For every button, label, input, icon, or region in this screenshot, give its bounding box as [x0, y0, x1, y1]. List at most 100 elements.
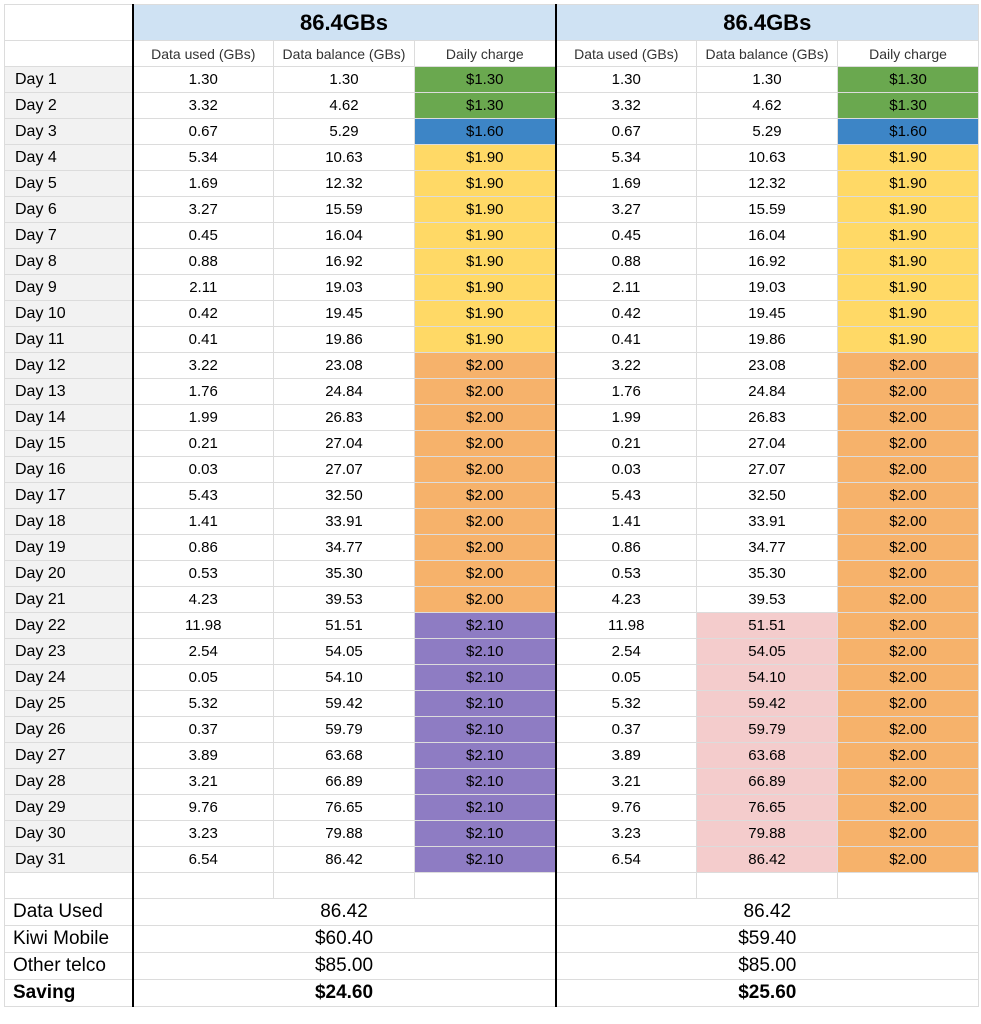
cell-left-charge: $2.00: [415, 587, 556, 613]
cell-right-charge: $1.60: [838, 119, 979, 145]
table-row: Day 316.5486.42$2.106.5486.42$2.00: [5, 847, 979, 873]
cell-right-charge: $1.90: [838, 301, 979, 327]
cell-left-used: 3.21: [133, 769, 274, 795]
cell-right-balance: 32.50: [697, 483, 838, 509]
day-label: Day 17: [5, 483, 133, 509]
cell-left-charge: $2.00: [415, 431, 556, 457]
cell-right-balance: 12.32: [697, 171, 838, 197]
cell-right-used: 3.23: [556, 821, 697, 847]
cell-right-used: 5.43: [556, 483, 697, 509]
day-label: Day 12: [5, 353, 133, 379]
spacer-cell: [415, 873, 556, 899]
summary-value-right: $25.60: [556, 980, 979, 1007]
cell-left-charge: $1.90: [415, 223, 556, 249]
cell-right-balance: 86.42: [697, 847, 838, 873]
cell-right-charge: $2.00: [838, 821, 979, 847]
table-row: Day 273.8963.68$2.103.8963.68$2.00: [5, 743, 979, 769]
summary-value-left: 86.42: [133, 899, 556, 926]
day-label: Day 19: [5, 535, 133, 561]
cell-left-balance: 34.77: [274, 535, 415, 561]
cell-right-charge: $2.00: [838, 561, 979, 587]
cell-left-used: 0.03: [133, 457, 274, 483]
cell-left-balance: 66.89: [274, 769, 415, 795]
cell-left-balance: 33.91: [274, 509, 415, 535]
header-row-main: 86.4GBs 86.4GBs: [5, 5, 979, 41]
cell-left-balance: 59.42: [274, 691, 415, 717]
cell-left-balance: 12.32: [274, 171, 415, 197]
cell-left-used: 1.99: [133, 405, 274, 431]
cell-left-charge: $2.00: [415, 379, 556, 405]
cell-right-balance: 27.07: [697, 457, 838, 483]
cell-left-charge: $2.00: [415, 561, 556, 587]
cell-right-used: 3.22: [556, 353, 697, 379]
table-row: Day 190.8634.77$2.000.8634.77$2.00: [5, 535, 979, 561]
cell-left-used: 2.11: [133, 275, 274, 301]
cell-right-used: 2.54: [556, 639, 697, 665]
cell-left-used: 0.37: [133, 717, 274, 743]
summary-body: Data Used86.4286.42Kiwi Mobile$60.40$59.…: [5, 873, 979, 1007]
cell-left-used: 5.43: [133, 483, 274, 509]
subhead-right-used: Data used (GBs): [556, 41, 697, 67]
cell-right-charge: $1.90: [838, 249, 979, 275]
cell-left-used: 1.30: [133, 67, 274, 93]
cell-left-charge: $1.30: [415, 93, 556, 119]
cell-right-balance: 23.08: [697, 353, 838, 379]
cell-left-balance: 51.51: [274, 613, 415, 639]
cell-left-charge: $2.10: [415, 795, 556, 821]
cell-left-used: 0.88: [133, 249, 274, 275]
cell-left-balance: 10.63: [274, 145, 415, 171]
cell-right-charge: $1.90: [838, 275, 979, 301]
table-body: Day 11.301.30$1.301.301.30$1.30Day 23.32…: [5, 67, 979, 873]
cell-right-charge: $1.90: [838, 223, 979, 249]
cell-right-charge: $2.00: [838, 847, 979, 873]
cell-right-charge: $2.00: [838, 665, 979, 691]
cell-left-charge: $2.10: [415, 717, 556, 743]
subhead-left-bal: Data balance (GBs): [274, 41, 415, 67]
cell-right-used: 3.32: [556, 93, 697, 119]
cell-left-charge: $1.90: [415, 145, 556, 171]
cell-left-balance: 15.59: [274, 197, 415, 223]
cell-left-balance: 26.83: [274, 405, 415, 431]
cell-right-charge: $2.00: [838, 431, 979, 457]
cell-left-used: 5.34: [133, 145, 274, 171]
cell-left-balance: 39.53: [274, 587, 415, 613]
cell-right-used: 9.76: [556, 795, 697, 821]
cell-right-charge: $2.00: [838, 691, 979, 717]
cell-left-balance: 27.04: [274, 431, 415, 457]
day-label: Day 20: [5, 561, 133, 587]
cell-right-used: 1.99: [556, 405, 697, 431]
summary-row: Saving$24.60$25.60: [5, 980, 979, 1007]
cell-left-charge: $1.90: [415, 327, 556, 353]
cell-left-used: 6.54: [133, 847, 274, 873]
day-label: Day 3: [5, 119, 133, 145]
day-label: Day 1: [5, 67, 133, 93]
cell-right-used: 0.86: [556, 535, 697, 561]
day-label: Day 13: [5, 379, 133, 405]
cell-right-used: 5.32: [556, 691, 697, 717]
day-label: Day 14: [5, 405, 133, 431]
cell-right-balance: 59.42: [697, 691, 838, 717]
table-row: Day 260.3759.79$2.100.3759.79$2.00: [5, 717, 979, 743]
table-row: Day 2211.9851.51$2.1011.9851.51$2.00: [5, 613, 979, 639]
summary-label: Other telco: [5, 953, 133, 980]
cell-right-balance: 39.53: [697, 587, 838, 613]
table-row: Day 214.2339.53$2.004.2339.53$2.00: [5, 587, 979, 613]
cell-left-used: 3.23: [133, 821, 274, 847]
day-label: Day 2: [5, 93, 133, 119]
cell-right-balance: 5.29: [697, 119, 838, 145]
table-row: Day 23.324.62$1.303.324.62$1.30: [5, 93, 979, 119]
subhead-left-used: Data used (GBs): [133, 41, 274, 67]
cell-left-charge: $1.90: [415, 275, 556, 301]
cell-right-balance: 1.30: [697, 67, 838, 93]
spacer-cell: [274, 873, 415, 899]
cell-right-used: 1.30: [556, 67, 697, 93]
cell-left-balance: 79.88: [274, 821, 415, 847]
cell-left-charge: $2.00: [415, 535, 556, 561]
summary-value-left: $24.60: [133, 980, 556, 1007]
cell-right-balance: 66.89: [697, 769, 838, 795]
day-label: Day 29: [5, 795, 133, 821]
cell-left-charge: $1.90: [415, 301, 556, 327]
day-label: Day 16: [5, 457, 133, 483]
cell-right-balance: 19.03: [697, 275, 838, 301]
table-row: Day 160.0327.07$2.000.0327.07$2.00: [5, 457, 979, 483]
